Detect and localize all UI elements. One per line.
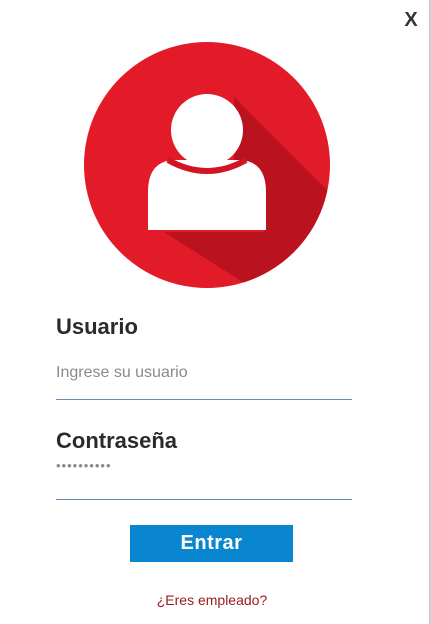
password-label: Contraseña — [56, 428, 178, 453]
user-icon — [84, 42, 330, 288]
username-label: Usuario — [56, 314, 138, 339]
login-window: X Usuario Contraseña •••••••••• Entrar ¿… — [0, 0, 431, 624]
username-input[interactable] — [56, 358, 352, 400]
employee-link[interactable]: ¿Eres empleado? — [0, 592, 424, 608]
close-button[interactable]: X — [400, 8, 422, 32]
password-input[interactable]: •••••••••• — [56, 458, 352, 500]
submit-button[interactable]: Entrar — [130, 525, 293, 562]
